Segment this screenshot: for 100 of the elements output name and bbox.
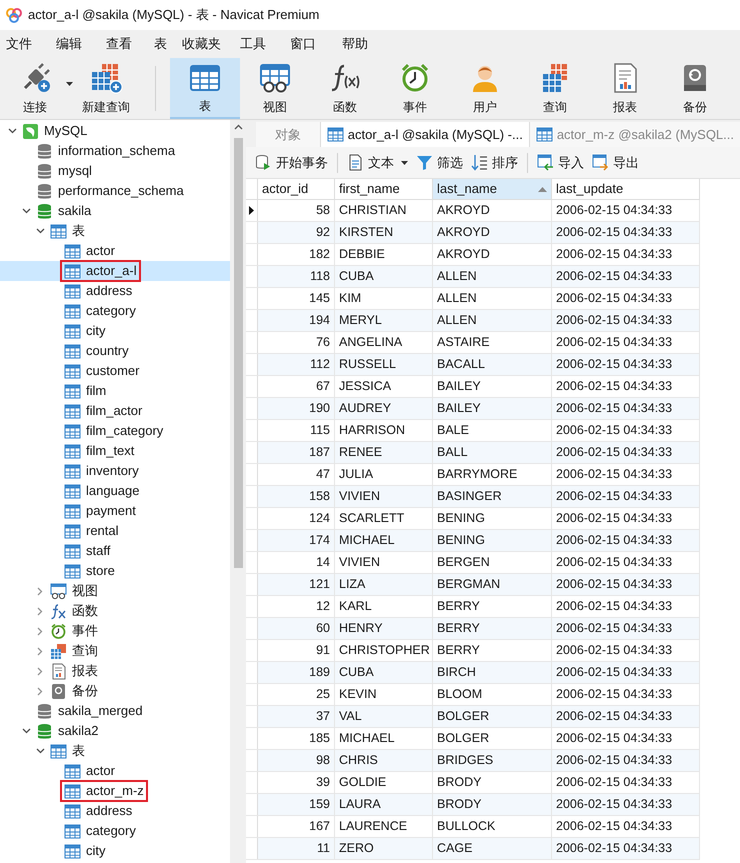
table-cell[interactable]: 187 xyxy=(258,442,335,463)
table-cell[interactable]: BERRY xyxy=(433,640,552,661)
table-cell[interactable]: BOLGER xyxy=(433,728,552,749)
table-cell[interactable]: KARL xyxy=(335,596,433,617)
table-cell[interactable]: AKROYD xyxy=(433,222,552,243)
table-cell[interactable]: MICHAEL xyxy=(335,530,433,551)
table-cell[interactable]: BERGMAN xyxy=(433,574,552,595)
table-cell[interactable]: 158 xyxy=(258,486,335,507)
toolbar-button[interactable]: 文本 xyxy=(344,150,411,174)
table-cell[interactable]: 112 xyxy=(258,354,335,375)
table-cell[interactable]: 2006-02-15 04:34:33 xyxy=(552,794,700,815)
menu-item[interactable]: 收藏夹 xyxy=(180,32,223,56)
table-cell[interactable]: 189 xyxy=(258,662,335,683)
table-cell[interactable]: 2006-02-15 04:34:33 xyxy=(552,464,700,485)
table-cell[interactable]: 25 xyxy=(258,684,335,705)
toolbar-button[interactable]: 视图 xyxy=(240,58,310,119)
table-cell[interactable]: MICHAEL xyxy=(335,728,433,749)
table-cell[interactable]: 2006-02-15 04:34:33 xyxy=(552,838,700,859)
table-cell[interactable]: 2006-02-15 04:34:33 xyxy=(552,354,700,375)
table-cell[interactable]: 2006-02-15 04:34:33 xyxy=(552,222,700,243)
table-cell[interactable]: ALLEN xyxy=(433,266,552,287)
tree-item[interactable]: staff xyxy=(0,541,230,561)
table-cell[interactable]: BOLGER xyxy=(433,706,552,727)
table-cell[interactable]: 2006-02-15 04:34:33 xyxy=(552,486,700,507)
table-cell[interactable]: RENEE xyxy=(335,442,433,463)
tab[interactable]: actor_a-l @sakila (MySQL) -... xyxy=(320,122,529,147)
tree-item[interactable]: inventory xyxy=(0,461,230,481)
toolbar-button[interactable]: 开始事务 xyxy=(252,150,331,174)
table-cell[interactable]: BARRYMORE xyxy=(433,464,552,485)
table-cell[interactable]: BRIDGES xyxy=(433,750,552,771)
table-cell[interactable]: 2006-02-15 04:34:33 xyxy=(552,684,700,705)
chevron-right-icon[interactable] xyxy=(37,686,43,696)
tree-item[interactable]: actor_a-l xyxy=(0,261,230,281)
table-cell[interactable]: 2006-02-15 04:34:33 xyxy=(552,618,700,639)
tree-item[interactable]: 报表 xyxy=(0,661,230,681)
table-cell[interactable]: 2006-02-15 04:34:33 xyxy=(552,772,700,793)
tree-item[interactable]: film_actor xyxy=(0,401,230,421)
table-cell[interactable]: 2006-02-15 04:34:33 xyxy=(552,398,700,419)
chevron-right-icon[interactable] xyxy=(37,646,43,656)
table-cell[interactable]: 118 xyxy=(258,266,335,287)
tree-item[interactable]: city xyxy=(0,841,230,861)
tree-item[interactable]: category xyxy=(0,301,230,321)
table-cell[interactable]: MERYL xyxy=(335,310,433,331)
table-cell[interactable]: RUSSELL xyxy=(335,354,433,375)
tree-item[interactable]: sakila_merged xyxy=(0,701,230,721)
toolbar-button[interactable]: 新建查询 xyxy=(71,58,141,119)
tree-item[interactable]: information_schema xyxy=(0,141,230,161)
table-cell[interactable]: DEBBIE xyxy=(335,244,433,265)
table-cell[interactable]: LAURA xyxy=(335,794,433,815)
chevron-down-icon[interactable] xyxy=(22,208,30,214)
table-cell[interactable]: BERRY xyxy=(433,618,552,639)
chevron-down-icon[interactable] xyxy=(8,128,16,134)
table-cell[interactable]: 194 xyxy=(258,310,335,331)
table-cell[interactable]: 121 xyxy=(258,574,335,595)
table-cell[interactable]: SCARLETT xyxy=(335,508,433,529)
tree-item[interactable]: 表 xyxy=(0,221,230,241)
tree-item[interactable]: MySQL xyxy=(0,121,230,141)
table-cell[interactable]: GOLDIE xyxy=(335,772,433,793)
tree-item[interactable]: customer xyxy=(0,361,230,381)
table-cell[interactable]: BRODY xyxy=(433,772,552,793)
table-cell[interactable]: 2006-02-15 04:34:33 xyxy=(552,530,700,551)
table-cell[interactable]: 12 xyxy=(258,596,335,617)
tree-item[interactable]: film_category xyxy=(0,421,230,441)
chevron-down-icon[interactable] xyxy=(36,228,44,234)
toolbar-button[interactable]: 筛选 xyxy=(413,150,466,174)
table-cell[interactable]: 190 xyxy=(258,398,335,419)
table-cell[interactable]: 60 xyxy=(258,618,335,639)
table-cell[interactable]: 58 xyxy=(258,200,335,221)
toolbar-button[interactable]: 备份 xyxy=(660,58,730,119)
tree-item[interactable]: 备份 xyxy=(0,681,230,701)
table-cell[interactable]: 14 xyxy=(258,552,335,573)
scroll-up-icon[interactable] xyxy=(234,124,242,130)
table-cell[interactable]: 2006-02-15 04:34:33 xyxy=(552,574,700,595)
menu-item[interactable]: 表 xyxy=(152,32,169,56)
tree-item[interactable]: rental xyxy=(0,521,230,541)
tree-item[interactable]: actor xyxy=(0,761,230,781)
chevron-right-icon[interactable] xyxy=(37,606,43,616)
table-cell[interactable]: 167 xyxy=(258,816,335,837)
tree-item[interactable]: address xyxy=(0,281,230,301)
tree-item[interactable]: actor_m-z xyxy=(0,781,230,801)
table-cell[interactable]: KIM xyxy=(335,288,433,309)
table-cell[interactable]: BENING xyxy=(433,530,552,551)
chevron-down-icon[interactable] xyxy=(36,748,44,754)
tree-item[interactable]: payment xyxy=(0,501,230,521)
tree-item[interactable]: language xyxy=(0,481,230,501)
column-header[interactable]: last_name xyxy=(433,179,552,199)
tree-item[interactable]: store xyxy=(0,561,230,581)
table-cell[interactable]: ASTAIRE xyxy=(433,332,552,353)
tree-item[interactable]: 函数 xyxy=(0,601,230,621)
table-cell[interactable]: CUBA xyxy=(335,662,433,683)
table-cell[interactable]: 159 xyxy=(258,794,335,815)
toolbar-button[interactable]: 用户 xyxy=(450,58,520,119)
toolbar-button[interactable]: 查询 xyxy=(520,58,590,119)
tree-item[interactable]: 事件 xyxy=(0,621,230,641)
table-cell[interactable]: LIZA xyxy=(335,574,433,595)
menu-item[interactable]: 查看 xyxy=(104,32,134,56)
table-cell[interactable]: BALL xyxy=(433,442,552,463)
table-cell[interactable]: BRODY xyxy=(433,794,552,815)
tree-item[interactable]: address xyxy=(0,801,230,821)
table-cell[interactable]: 2006-02-15 04:34:33 xyxy=(552,816,700,837)
